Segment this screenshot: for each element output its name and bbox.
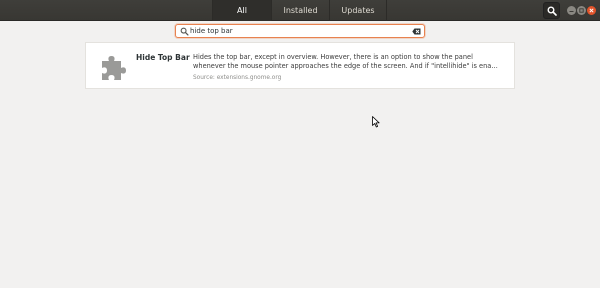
search-result-item[interactable]: Hide Top Bar Hides the top bar, except i… (85, 42, 515, 89)
close-button[interactable] (587, 6, 596, 15)
search-input[interactable] (190, 25, 390, 37)
clear-icon[interactable] (412, 28, 421, 35)
minimize-button[interactable] (567, 6, 576, 15)
search-entry[interactable] (175, 24, 425, 38)
tab-updates[interactable]: Updates (329, 0, 387, 21)
extension-description: Hides the top bar, except in overview. H… (193, 53, 498, 70)
search-icon (547, 6, 557, 16)
search-icon (180, 27, 189, 36)
tab-all[interactable]: All (212, 0, 271, 21)
maximize-button[interactable] (577, 6, 586, 15)
close-icon (589, 8, 594, 13)
maximize-icon (579, 8, 584, 13)
header-bar: All Installed Updates (0, 0, 600, 21)
search-toggle-button[interactable] (543, 2, 560, 19)
extension-name: Hide Top Bar (136, 53, 190, 62)
extension-source: Source: extensions.gnome.org (193, 75, 282, 81)
mouse-pointer (372, 116, 380, 128)
puzzle-icon (102, 56, 126, 80)
view-switcher: All Installed Updates (212, 0, 387, 21)
tab-installed[interactable]: Installed (271, 0, 329, 21)
minimize-icon (569, 11, 574, 12)
